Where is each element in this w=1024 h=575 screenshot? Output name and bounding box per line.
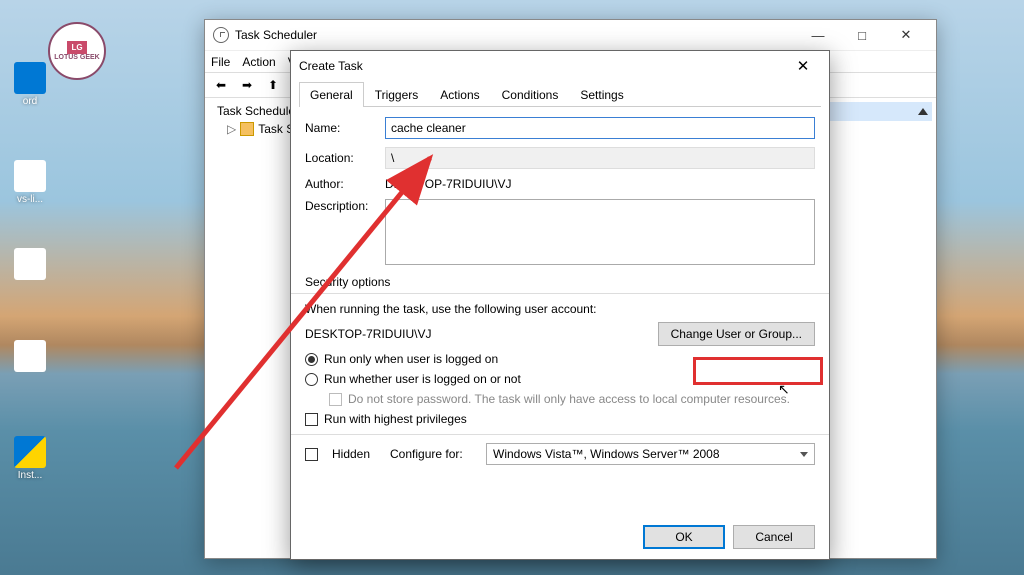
tab-general[interactable]: General	[299, 82, 364, 107]
configure-for-select[interactable]: Windows Vista™, Windows Server™ 2008	[486, 443, 815, 465]
radio-logged-on-or-not[interactable]: Run whether user is logged on or not	[305, 372, 815, 386]
hidden-label: Hidden	[332, 447, 382, 461]
highest-privileges-check[interactable]: Run with highest privileges	[305, 412, 815, 426]
radio-icon	[305, 353, 318, 366]
description-label: Description:	[305, 199, 377, 213]
logo-watermark: LG LOTUS GEEK	[48, 22, 106, 80]
location-field	[385, 147, 815, 169]
forward-button[interactable]: ➡	[235, 74, 259, 96]
desktop-icon[interactable]: Inst...	[6, 436, 54, 481]
checkbox-icon	[329, 393, 342, 406]
name-input[interactable]	[385, 117, 815, 139]
desktop-icon[interactable]	[6, 340, 54, 374]
location-label: Location:	[305, 151, 377, 165]
tab-triggers[interactable]: Triggers	[364, 82, 430, 107]
window-title: Task Scheduler	[235, 28, 317, 42]
hidden-checkbox[interactable]	[305, 448, 318, 461]
configure-for-label: Configure for:	[390, 447, 478, 461]
menu-file[interactable]: File	[211, 55, 230, 69]
author-value: DESKTOP-7RIDUIU\VJ	[385, 177, 511, 191]
dialog-titlebar[interactable]: Create Task ✕	[291, 51, 829, 81]
tab-settings[interactable]: Settings	[569, 82, 634, 107]
do-not-store-password-check: Do not store password. The task will onl…	[305, 392, 815, 406]
checkbox-icon	[305, 413, 318, 426]
radio-logged-on[interactable]: Run only when user is logged on	[305, 352, 815, 366]
cancel-button[interactable]: Cancel	[733, 525, 815, 549]
name-label: Name:	[305, 121, 377, 135]
security-options-label: Security options	[305, 275, 815, 289]
tab-actions[interactable]: Actions	[429, 82, 490, 107]
desktop-icon[interactable]: vs-li...	[6, 160, 54, 205]
create-task-dialog: Create Task ✕ General Triggers Actions C…	[290, 50, 830, 560]
radio-icon	[305, 373, 318, 386]
author-label: Author:	[305, 177, 377, 191]
desktop-icon[interactable]	[6, 248, 54, 282]
ok-button[interactable]: OK	[643, 525, 725, 549]
dialog-footer: OK Cancel	[643, 525, 815, 549]
change-user-button[interactable]: Change User or Group...	[658, 322, 815, 346]
minimize-button[interactable]: —	[796, 21, 840, 49]
back-button[interactable]: ⬅	[209, 74, 233, 96]
up-button[interactable]: ⬆	[261, 74, 285, 96]
tab-conditions[interactable]: Conditions	[491, 82, 570, 107]
clock-icon	[213, 27, 229, 43]
tabstrip: General Triggers Actions Conditions Sett…	[299, 81, 821, 107]
menu-action[interactable]: Action	[242, 55, 275, 69]
maximize-button[interactable]: □	[840, 21, 884, 49]
close-button[interactable]: ✕	[785, 52, 821, 80]
dialog-title: Create Task	[299, 59, 363, 73]
close-button[interactable]: ✕	[884, 21, 928, 49]
description-input[interactable]	[385, 199, 815, 265]
desktop-icon[interactable]: ord	[6, 62, 54, 107]
form-general: Name: Location: Author: DESKTOP-7RIDUIU\…	[291, 107, 829, 483]
chevron-down-icon	[800, 452, 808, 457]
collapse-icon	[918, 108, 928, 115]
titlebar[interactable]: Task Scheduler — □ ✕	[205, 20, 936, 50]
user-account-value: DESKTOP-7RIDUIU\VJ	[305, 327, 658, 341]
running-user-text: When running the task, use the following…	[305, 302, 815, 316]
folder-icon	[240, 122, 254, 136]
